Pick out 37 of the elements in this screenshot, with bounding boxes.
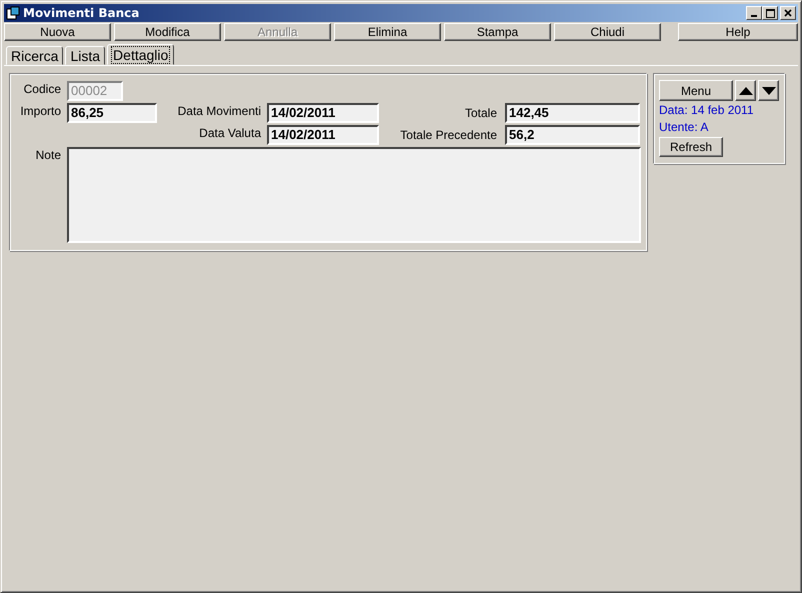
- toolbar-button[interactable]: Nuova: [4, 23, 111, 41]
- field-label: Totale Precedente: [399, 127, 498, 142]
- up-arrow-icon: [738, 86, 752, 94]
- menu-button[interactable]: Menu: [659, 80, 733, 101]
- toolbar-button[interactable]: Modifica: [114, 23, 221, 41]
- down-button[interactable]: [758, 80, 779, 101]
- down-arrow-icon: [762, 86, 776, 94]
- date-field[interactable]: 14/02/2011: [267, 125, 379, 145]
- tab[interactable]: Dettaglio: [107, 44, 174, 65]
- field-label: Totale: [464, 105, 498, 120]
- toolbar-button[interactable]: Stampa: [444, 23, 551, 41]
- previous-total-field[interactable]: 56,2: [505, 125, 640, 145]
- window-title: Movimenti Banca: [23, 6, 140, 20]
- close-icon: [784, 9, 792, 17]
- toolbar-button[interactable]: Elimina: [334, 23, 441, 41]
- up-button[interactable]: [735, 80, 756, 101]
- field-label: Data Movimenti: [176, 103, 262, 118]
- close-button[interactable]: [780, 6, 796, 20]
- refresh-button[interactable]: Refresh: [659, 137, 723, 157]
- maximize-button[interactable]: [762, 6, 778, 20]
- maximize-icon: [766, 8, 774, 18]
- window-icon: [6, 6, 20, 20]
- field-label: Data Valuta: [198, 125, 262, 140]
- tab[interactable]: Ricerca: [6, 46, 64, 65]
- minimize-button[interactable]: [746, 6, 762, 20]
- date-field[interactable]: 14/02/2011: [267, 103, 379, 123]
- field-label: Importo: [19, 103, 62, 118]
- total-field[interactable]: 142,45: [505, 103, 640, 123]
- help-button[interactable]: Help: [678, 23, 798, 41]
- notes-field[interactable]: [67, 147, 641, 243]
- amount-field[interactable]: 86,25: [67, 103, 157, 123]
- toolbar-button[interactable]: Chiudi: [554, 23, 661, 41]
- field-label: Codice: [22, 81, 62, 96]
- info-text: Utente: A: [659, 119, 708, 135]
- field-label: Note: [34, 147, 62, 162]
- tab[interactable]: Lista: [65, 46, 106, 65]
- info-text: Data: 14 feb 2011: [659, 102, 754, 118]
